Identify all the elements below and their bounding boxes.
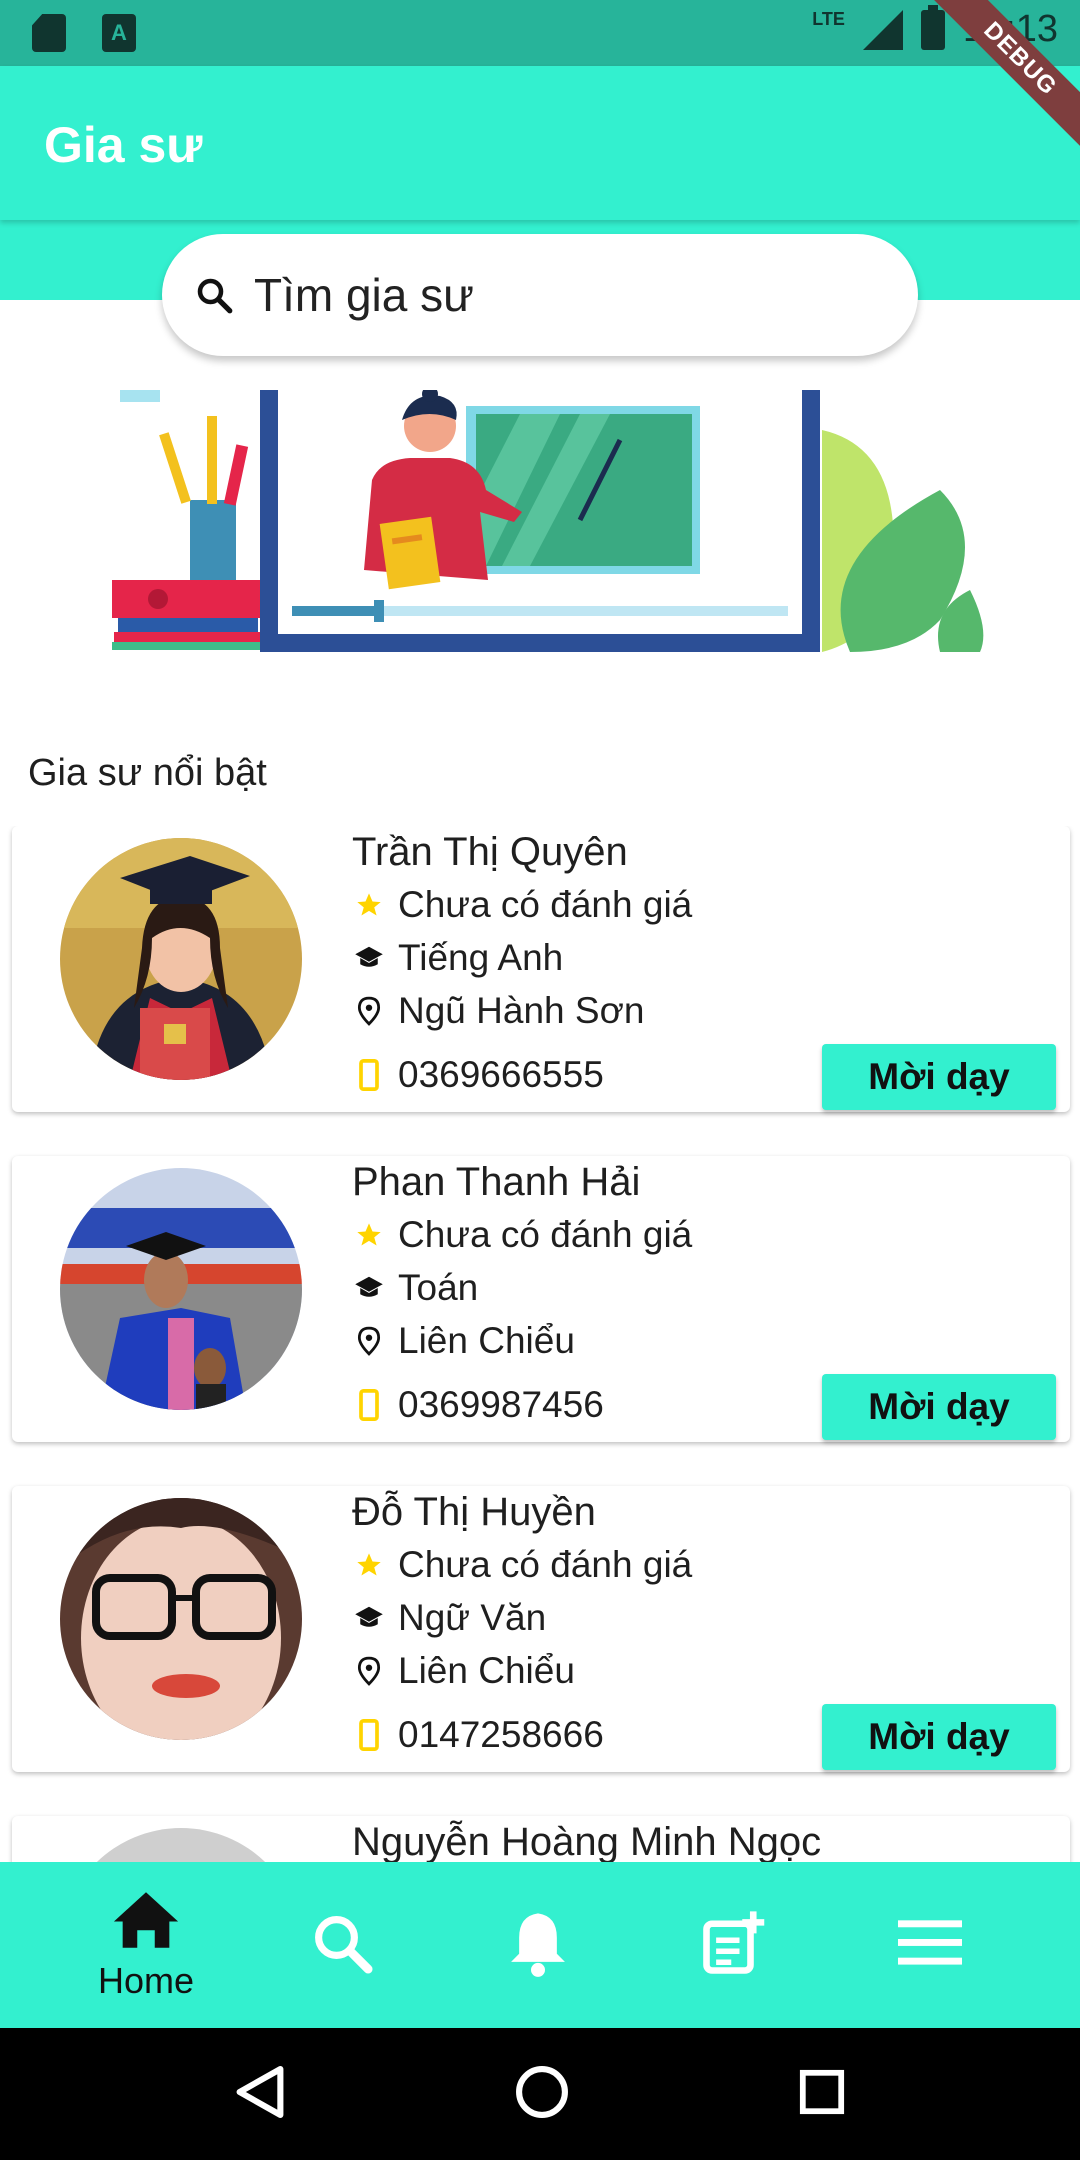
tutor-name: Đỗ Thị Huyền bbox=[352, 1490, 596, 1534]
nav-menu[interactable] bbox=[832, 1862, 1028, 2028]
graduation-cap-icon bbox=[352, 1601, 386, 1635]
star-icon bbox=[352, 1218, 386, 1252]
search-bar[interactable] bbox=[162, 234, 918, 356]
tutor-card[interactable]: Đỗ Thị Huyền Chưa có đánh giá Ngữ Văn Li… bbox=[12, 1486, 1070, 1772]
app-notification-icon: A bbox=[102, 14, 136, 52]
banner-illustration bbox=[110, 386, 990, 670]
tutor-card[interactable]: Trần Thị Quyên Chưa có đánh giá Tiếng An… bbox=[12, 826, 1070, 1112]
status-bar: A LTE 10:13 bbox=[0, 0, 1080, 66]
map-pin-icon bbox=[352, 1654, 386, 1688]
invite-button[interactable]: Mời dạy bbox=[822, 1044, 1056, 1110]
sd-card-icon bbox=[32, 14, 66, 52]
tutor-subject: Ngữ Văn bbox=[352, 1597, 546, 1639]
tutor-phone: 0369987456 bbox=[352, 1384, 604, 1426]
system-navigation-bar bbox=[0, 2028, 1080, 2160]
tutor-rating: Chưa có đánh giá bbox=[352, 1214, 692, 1256]
tutor-name: Phan Thanh Hải bbox=[352, 1160, 641, 1204]
tutor-location: Liên Chiểu bbox=[352, 1650, 575, 1692]
nav-notifications[interactable] bbox=[440, 1862, 636, 2028]
bell-icon bbox=[508, 1908, 568, 1983]
nav-home-label: Home bbox=[97, 1959, 195, 2001]
star-icon bbox=[352, 1548, 386, 1582]
rating-text: Chưa có đánh giá bbox=[398, 1214, 693, 1255]
tutor-card[interactable]: Nguyễn Hoàng Minh Ngọc bbox=[12, 1816, 1070, 1862]
star-icon bbox=[352, 888, 386, 922]
section-title: Gia sư nổi bật bbox=[28, 752, 267, 794]
tutor-location: Ngũ Hành Sơn bbox=[352, 990, 644, 1032]
page-title: Gia sư bbox=[44, 117, 203, 173]
tutor-rating: Chưa có đánh giá bbox=[352, 884, 692, 926]
tutor-phone: 0147258666 bbox=[352, 1714, 604, 1756]
subject-text: Tiếng Anh bbox=[398, 937, 564, 978]
rating-text: Chưa có đánh giá bbox=[398, 884, 693, 925]
tutor-name: Trần Thị Quyên bbox=[352, 830, 628, 874]
back-icon[interactable] bbox=[234, 2064, 286, 2125]
location-text: Liên Chiểu bbox=[398, 1650, 575, 1691]
tutor-rating: Chưa có đánh giá bbox=[352, 1544, 692, 1586]
search-icon bbox=[309, 1910, 375, 1981]
nav-home[interactable]: Home bbox=[48, 1862, 244, 2028]
phone-icon bbox=[352, 1058, 386, 1092]
bottom-navigation: Home bbox=[0, 1862, 1080, 2028]
tutor-card[interactable]: Phan Thanh Hải Chưa có đánh giá Toán Liê… bbox=[12, 1156, 1070, 1442]
home-circle-icon[interactable] bbox=[514, 2064, 570, 2125]
avatar bbox=[60, 1168, 302, 1410]
avatar bbox=[60, 1828, 302, 1862]
search-icon bbox=[184, 265, 244, 325]
battery-icon bbox=[920, 4, 945, 50]
nav-search[interactable] bbox=[244, 1862, 440, 2028]
invite-button[interactable]: Mời dạy bbox=[822, 1374, 1056, 1440]
tutor-list[interactable]: Trần Thị Quyên Chưa có đánh giá Tiếng An… bbox=[0, 826, 1080, 1862]
location-text: Liên Chiểu bbox=[398, 1320, 575, 1361]
subject-text: Ngữ Văn bbox=[398, 1597, 547, 1638]
post-add-icon bbox=[701, 1910, 767, 1981]
phone-text[interactable]: 0369666555 bbox=[398, 1054, 604, 1096]
map-pin-icon bbox=[352, 1324, 386, 1358]
tutor-subject: Tiếng Anh bbox=[352, 937, 563, 979]
phone-icon bbox=[352, 1718, 386, 1752]
invite-button[interactable]: Mời dạy bbox=[822, 1704, 1056, 1770]
recents-icon[interactable] bbox=[798, 2068, 846, 2121]
tutor-phone: 0369666555 bbox=[352, 1054, 604, 1096]
graduation-cap-icon bbox=[352, 941, 386, 975]
home-icon bbox=[111, 1889, 181, 1956]
signal-icon bbox=[862, 9, 903, 50]
nav-post[interactable] bbox=[636, 1862, 832, 2028]
tutor-subject: Toán bbox=[352, 1267, 478, 1309]
map-pin-icon bbox=[352, 994, 386, 1028]
tutor-name: Nguyễn Hoàng Minh Ngọc bbox=[352, 1820, 822, 1862]
app-bar: Gia sư bbox=[0, 66, 1080, 220]
avatar bbox=[60, 838, 302, 1080]
location-text: Ngũ Hành Sơn bbox=[398, 990, 645, 1031]
tutor-location: Liên Chiểu bbox=[352, 1320, 575, 1362]
search-input[interactable] bbox=[254, 268, 894, 322]
subject-text: Toán bbox=[398, 1267, 479, 1308]
avatar bbox=[60, 1498, 302, 1740]
phone-icon bbox=[352, 1388, 386, 1422]
graduation-cap-icon bbox=[352, 1271, 386, 1305]
phone-text[interactable]: 0147258666 bbox=[398, 1714, 604, 1756]
phone-text[interactable]: 0369987456 bbox=[398, 1384, 604, 1426]
menu-icon bbox=[898, 1919, 962, 1971]
rating-text: Chưa có đánh giá bbox=[398, 1544, 693, 1585]
network-type: LTE bbox=[812, 9, 845, 29]
